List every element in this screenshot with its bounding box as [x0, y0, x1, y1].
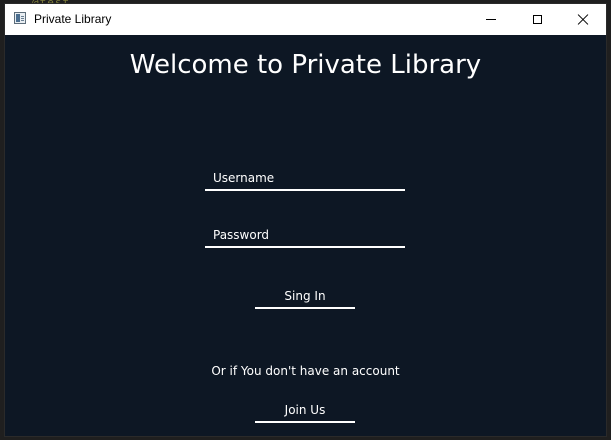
close-button[interactable] — [560, 4, 606, 35]
title-bar[interactable]: Private Library — [5, 4, 606, 35]
minimize-button[interactable] — [468, 4, 514, 35]
username-field-container — [205, 167, 405, 191]
maximize-icon — [532, 15, 542, 24]
close-icon — [577, 14, 589, 26]
app-window-icon[interactable] — [14, 12, 26, 24]
password-field[interactable] — [205, 224, 405, 246]
window-title: Private Library — [34, 12, 112, 26]
sign-in-button[interactable]: Sing In — [255, 284, 355, 309]
password-field-container — [205, 224, 405, 248]
maximize-button[interactable] — [514, 4, 560, 35]
no-account-text: Or if You don't have an account — [211, 364, 400, 378]
minimize-icon — [486, 19, 496, 20]
join-us-button[interactable]: Join Us — [255, 398, 355, 423]
login-panel: Welcome to Private Library Sing In Or if… — [5, 35, 606, 436]
page-title: Welcome to Private Library — [129, 50, 482, 80]
username-field[interactable] — [205, 167, 405, 189]
app-window: Private Library Welcome to Private Libra… — [5, 4, 606, 436]
